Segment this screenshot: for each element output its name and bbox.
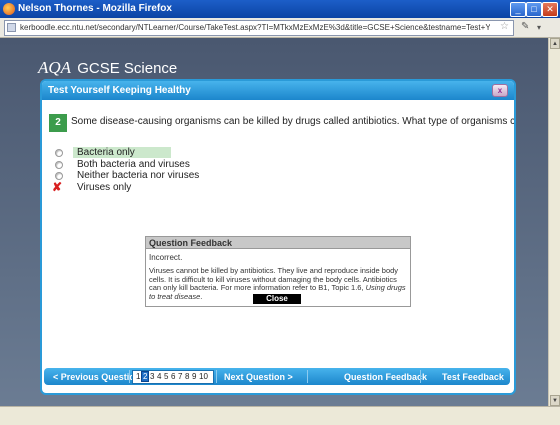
page-selector: 1 2 3 4 5 6 7 8 9 10 <box>132 370 214 384</box>
page-icon <box>7 23 16 32</box>
scroll-down-arrow-icon[interactable]: ▼ <box>550 395 560 406</box>
panel-header: Test Yourself Keeping Healthy x <box>42 81 514 100</box>
logo-product: GCSE Science <box>77 60 178 77</box>
page-content: AQA GCSE Science Test Yourself Keeping H… <box>0 38 548 406</box>
test-feedback-button[interactable]: Test Feedback <box>442 372 504 382</box>
page-link[interactable]: 7 <box>178 372 182 381</box>
vertical-scrollbar[interactable]: ▲ ▼ <box>548 38 560 406</box>
feedback-close-button[interactable]: Close <box>253 294 301 304</box>
option-label[interactable]: Neither bacteria nor viruses <box>73 170 203 181</box>
radio-button[interactable] <box>55 172 63 180</box>
divider <box>216 370 217 383</box>
close-icon[interactable]: x <box>492 84 508 97</box>
question-feedback-button[interactable]: Question Feedback <box>344 372 427 382</box>
close-window-button[interactable]: ✕ <box>542 2 558 17</box>
option-label[interactable]: Bacteria only <box>73 147 171 158</box>
question-text: Some disease-causing organisms can be ki… <box>71 116 516 127</box>
page-link[interactable]: 6 <box>171 372 175 381</box>
page-link-current[interactable]: 2 <box>141 371 150 382</box>
option-label[interactable]: Both bacteria and viruses <box>73 159 194 170</box>
logo-brand: AQA <box>38 58 72 77</box>
page-link[interactable]: 3 <box>150 372 154 381</box>
question-feedback-popup: Question Feedback Incorrect. Viruses can… <box>145 236 411 307</box>
search-engine-icon[interactable]: ✎ <box>521 21 529 32</box>
url-field[interactable]: kerboodle.ecc.ntu.net/secondary/NTLearne… <box>4 20 514 36</box>
window-title: Nelson Thornes - Mozilla Firefox <box>18 3 172 14</box>
page-link[interactable]: 9 <box>192 372 196 381</box>
wrong-answer-cross-icon: ✘ <box>52 179 63 194</box>
test-panel: Test Yourself Keeping Healthy x 2 Some d… <box>40 79 516 395</box>
page-link[interactable]: 10 <box>199 372 208 381</box>
page-link[interactable]: 8 <box>185 372 189 381</box>
radio-button[interactable] <box>55 160 63 169</box>
minimize-button[interactable]: _ <box>510 2 526 17</box>
radio-button[interactable] <box>55 149 63 157</box>
page-link[interactable]: 4 <box>157 372 161 381</box>
page-link[interactable]: 5 <box>164 372 168 381</box>
bookmark-star-icon[interactable]: ☆ <box>500 21 509 32</box>
panel-title: Test Yourself Keeping Healthy <box>48 85 191 96</box>
feedback-title: Question Feedback <box>149 238 233 248</box>
question-number: 2 <box>49 114 67 132</box>
next-question-button[interactable]: Next Question > <box>224 372 293 382</box>
page-link[interactable]: 1 <box>136 372 140 381</box>
divider <box>129 370 130 383</box>
window-titlebar: Nelson Thornes - Mozilla Firefox _ □ ✕ <box>0 0 560 18</box>
maximize-button[interactable]: □ <box>526 2 542 17</box>
feedback-result: Incorrect. <box>149 253 183 262</box>
divider <box>307 370 308 383</box>
option-label[interactable]: Viruses only <box>73 182 135 193</box>
previous-question-button[interactable]: < Previous Question <box>53 372 140 382</box>
divider <box>420 370 421 383</box>
scroll-up-arrow-icon[interactable]: ▲ <box>550 38 560 49</box>
aqa-logo: AQA GCSE Science <box>38 58 177 78</box>
address-bar: kerboodle.ecc.ntu.net/secondary/NTLearne… <box>0 18 560 38</box>
dropdown-arrow-icon[interactable]: ▾ <box>537 23 541 32</box>
url-text: kerboodle.ecc.ntu.net/secondary/NTLearne… <box>20 23 490 32</box>
status-bar <box>0 406 560 425</box>
question-navbar: < Previous Question 1 2 3 4 5 6 7 8 9 10… <box>44 368 510 385</box>
firefox-icon <box>3 3 15 15</box>
feedback-header: Question Feedback <box>146 237 410 249</box>
